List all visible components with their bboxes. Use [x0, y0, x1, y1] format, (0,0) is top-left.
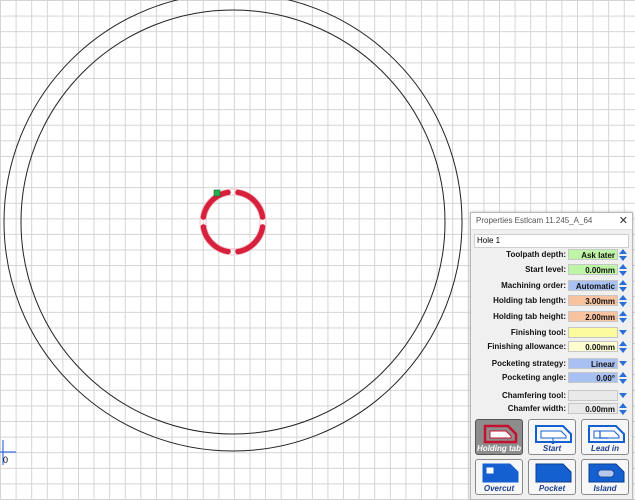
chamfering-tool-field[interactable] [568, 390, 618, 401]
close-icon[interactable]: ✕ [619, 213, 628, 229]
property-label: Chamfering tool: [502, 391, 566, 400]
spinner[interactable] [619, 280, 628, 292]
spinner[interactable] [619, 403, 628, 415]
panel-title: Properties Estlcam 11.245_A_64 [476, 216, 593, 225]
dropdown-arrow-icon[interactable] [619, 361, 627, 366]
start-button[interactable]: Start [528, 419, 576, 455]
pocket-button[interactable]: Pocket [528, 459, 576, 495]
property-label: Finishing allowance: [487, 342, 566, 351]
spinner-up-icon[interactable] [619, 249, 627, 254]
inner-circle[interactable] [20, 9, 446, 435]
hole-name-field[interactable]: Hole 1 [474, 234, 629, 248]
spinner-up-icon[interactable] [619, 280, 627, 285]
spinner-down-icon[interactable] [619, 302, 627, 307]
property-label: Finishing tool: [510, 328, 566, 337]
origin-label: 0 [3, 455, 9, 465]
start-point-marker[interactable] [213, 189, 221, 197]
chamfer-width-field[interactable]: 0.00mm [568, 403, 618, 414]
spinner-down-icon[interactable] [619, 256, 627, 261]
tool-label: Island [593, 484, 617, 493]
spinner-down-icon[interactable] [619, 410, 627, 415]
property-row-finishing-allowance: Finishing allowance: 0.00mm [471, 340, 632, 354]
pocket-icon [535, 463, 572, 483]
tool-label: Pocket [538, 484, 566, 493]
spinner-up-icon[interactable] [619, 372, 627, 377]
property-row-pocketing-strategy: Pocketing strategy: Linear [471, 357, 632, 371]
spinner[interactable] [619, 264, 628, 276]
spinner-down-icon[interactable] [619, 271, 627, 276]
lead-in-button[interactable]: Lead in [581, 419, 629, 455]
spinner-down-icon[interactable] [619, 379, 627, 384]
property-label: Pocketing strategy: [491, 359, 566, 368]
property-row-chamfering-tool: Chamfering tool: [471, 389, 632, 403]
holding-tab-height-field[interactable]: 2.00mm [568, 311, 618, 322]
property-label: Holding tab height: [493, 312, 566, 321]
spinner[interactable] [619, 341, 628, 353]
spinner-down-icon[interactable] [619, 318, 627, 323]
hole-toolpath[interactable] [199, 188, 267, 256]
spinner-up-icon[interactable] [619, 264, 627, 269]
property-row-machining-order: Machining order: Automatic [471, 279, 632, 293]
overcut-button[interactable]: Overcut [475, 459, 523, 495]
finishing-tool-field[interactable] [568, 327, 618, 338]
toolpath-outline [205, 194, 261, 250]
property-row-toolpath-depth: Toolpath depth: Ask later [471, 248, 632, 262]
island-button[interactable]: Island [581, 459, 629, 495]
toolpath-outline [199, 188, 267, 256]
finishing-allowance-field[interactable]: 0.00mm [568, 341, 618, 352]
spinner-up-icon[interactable] [619, 295, 627, 300]
spinner-down-icon[interactable] [619, 287, 627, 292]
tool-label: Lead in [590, 444, 619, 453]
toolpath-depth-field[interactable]: Ask later [568, 249, 618, 260]
spinner-up-icon[interactable] [619, 311, 627, 316]
property-row-start-level: Start level: 0.00mm [471, 263, 632, 277]
property-label: Holding tab length: [493, 296, 566, 305]
spinner-up-icon[interactable] [619, 341, 627, 346]
tool-label: Holding tab [477, 444, 521, 453]
panel-titlebar[interactable]: Properties Estlcam 11.245_A_64 ✕ [471, 213, 632, 230]
spinner[interactable] [619, 372, 628, 384]
holding-tab-length-field[interactable]: 3.00mm [568, 295, 618, 306]
properties-panel: Properties Estlcam 11.245_A_64 ✕ Hole 1 … [470, 212, 633, 500]
property-label: Pocketing angle: [501, 373, 566, 382]
spinner[interactable] [619, 249, 628, 261]
spinner[interactable] [619, 311, 628, 323]
property-label: Machining order: [501, 281, 566, 290]
spinner-down-icon[interactable] [619, 348, 627, 353]
property-label: Start level: [525, 265, 566, 274]
dropdown-arrow-icon[interactable] [619, 330, 627, 335]
outer-circle[interactable] [3, 0, 463, 452]
pocketing-angle-field[interactable]: 0.00° [568, 372, 618, 383]
property-label: Chamfer width: [507, 404, 566, 413]
lead-in-icon [588, 425, 625, 443]
property-row-holding-tab-length: Holding tab length: 3.00mm [471, 294, 632, 308]
machining-order-field[interactable]: Automatic [568, 280, 618, 291]
property-row-pocketing-angle: Pocketing angle: 0.00° [471, 371, 632, 385]
spinner[interactable] [619, 295, 628, 307]
start-level-field[interactable]: 0.00mm [568, 264, 618, 275]
property-row-finishing-tool: Finishing tool: [471, 326, 632, 340]
holding-tab-button[interactable]: Holding tab [475, 419, 523, 455]
property-row-holding-tab-height: Holding tab height: 2.00mm [471, 310, 632, 324]
spinner-up-icon[interactable] [619, 403, 627, 408]
property-row-chamfer-width: Chamfer width: 0.00mm [471, 402, 632, 416]
start-icon [535, 425, 572, 444]
overcut-icon [482, 463, 519, 483]
tool-label: Overcut [483, 484, 515, 493]
property-label: Toolpath depth: [506, 250, 566, 259]
island-icon [588, 463, 625, 483]
dropdown-arrow-icon[interactable] [619, 393, 627, 398]
tool-label: Start [542, 444, 562, 453]
holding-tab-icon [483, 424, 518, 444]
pocketing-strategy-field[interactable]: Linear [568, 358, 618, 369]
